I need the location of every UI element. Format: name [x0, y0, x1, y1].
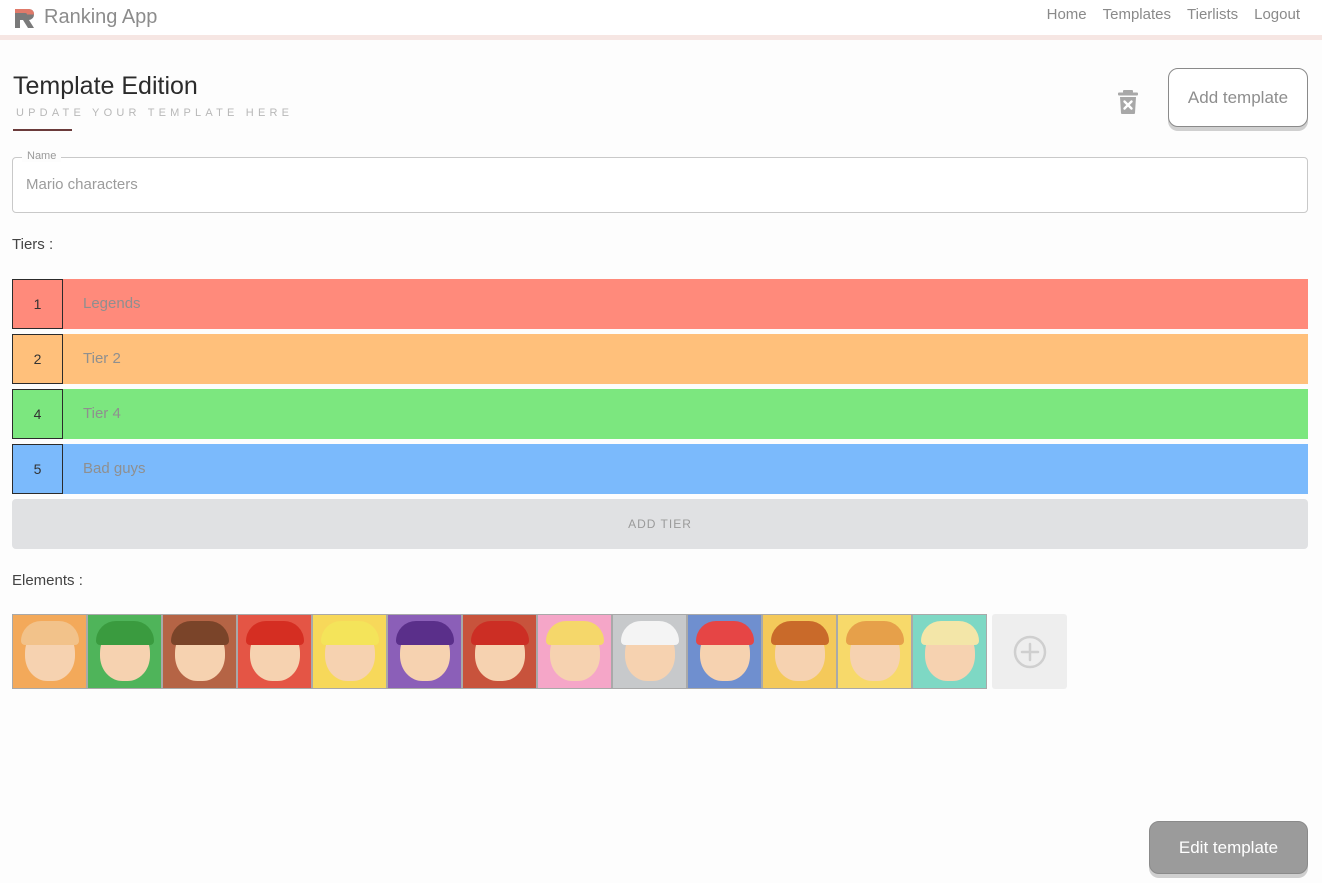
tier-row: 1 Legends — [12, 279, 1308, 329]
element-tile-boo[interactable] — [612, 614, 687, 689]
edit-template-button[interactable]: Edit template — [1149, 821, 1308, 874]
navbar: Ranking App Home Templates Tierlists Log… — [0, 0, 1322, 40]
element-portrait-hair — [471, 621, 529, 645]
element-portrait-hair — [546, 621, 604, 645]
page-subtitle: UPDATE YOUR TEMPLATE HERE — [16, 107, 294, 119]
add-element-button[interactable] — [992, 614, 1067, 689]
element-tile-peach[interactable] — [537, 614, 612, 689]
tier-row: 5 Bad guys — [12, 444, 1308, 494]
brand[interactable]: Ranking App — [12, 3, 157, 31]
tier-label[interactable]: Legends — [83, 295, 141, 312]
add-tier-button[interactable]: ADD TIER — [12, 499, 1308, 549]
element-tile-toad[interactable] — [687, 614, 762, 689]
title-underline — [13, 129, 72, 131]
elements-label: Elements : — [12, 572, 83, 589]
nav-links: Home Templates Tierlists Logout — [1031, 6, 1300, 23]
element-portrait-hair — [21, 621, 79, 645]
delete-template-button[interactable] — [1117, 89, 1139, 115]
element-portrait-hair — [246, 621, 304, 645]
nav-link-home[interactable]: Home — [1047, 6, 1087, 23]
trash-icon — [1118, 90, 1138, 114]
nav-link-templates[interactable]: Templates — [1103, 6, 1171, 23]
name-field[interactable]: Name — [12, 150, 1308, 213]
element-tile-daisy[interactable] — [12, 614, 87, 689]
brand-name: Ranking App — [44, 5, 158, 28]
tier-label[interactable]: Bad guys — [83, 460, 146, 477]
element-portrait-hair — [846, 621, 904, 645]
element-tile-bowser-jr[interactable] — [837, 614, 912, 689]
name-input[interactable] — [26, 176, 1286, 193]
element-portrait-hair — [921, 621, 979, 645]
element-tile-waluigi[interactable] — [387, 614, 462, 689]
tier-number[interactable]: 4 — [12, 389, 63, 439]
element-portrait-hair — [321, 621, 379, 645]
element-tile-wario[interactable] — [312, 614, 387, 689]
tier-number[interactable]: 1 — [12, 279, 63, 329]
tier-number[interactable]: 2 — [12, 334, 63, 384]
element-tile-bowser[interactable] — [762, 614, 837, 689]
tier-number[interactable]: 5 — [12, 444, 63, 494]
element-tile-mario[interactable] — [237, 614, 312, 689]
element-portrait-hair — [171, 621, 229, 645]
nav-link-tierlists[interactable]: Tierlists — [1187, 6, 1238, 23]
element-tile-donkey-kong[interactable] — [162, 614, 237, 689]
name-field-label: Name — [22, 150, 62, 162]
ranking-app-logo-icon — [15, 8, 34, 28]
add-template-button[interactable]: Add template — [1168, 68, 1308, 127]
nav-link-logout[interactable]: Logout — [1254, 6, 1300, 23]
element-portrait-hair — [771, 621, 829, 645]
element-tile-diddy-kong[interactable] — [462, 614, 537, 689]
element-portrait-hair — [696, 621, 754, 645]
elements-list — [12, 614, 1067, 689]
tier-label[interactable]: Tier 2 — [83, 350, 121, 367]
element-portrait-hair — [621, 621, 679, 645]
tier-row: 2 Tier 2 — [12, 334, 1308, 384]
tiers-label: Tiers : — [12, 236, 54, 253]
tier-row: 4 Tier 4 — [12, 389, 1308, 439]
tier-label[interactable]: Tier 4 — [83, 405, 121, 422]
element-tile-rosalina[interactable] — [912, 614, 987, 689]
page-title: Template Edition — [13, 72, 198, 100]
element-portrait-hair — [96, 621, 154, 645]
element-portrait-hair — [396, 621, 454, 645]
plus-circle-icon — [1013, 635, 1046, 668]
element-tile-luigi[interactable] — [87, 614, 162, 689]
